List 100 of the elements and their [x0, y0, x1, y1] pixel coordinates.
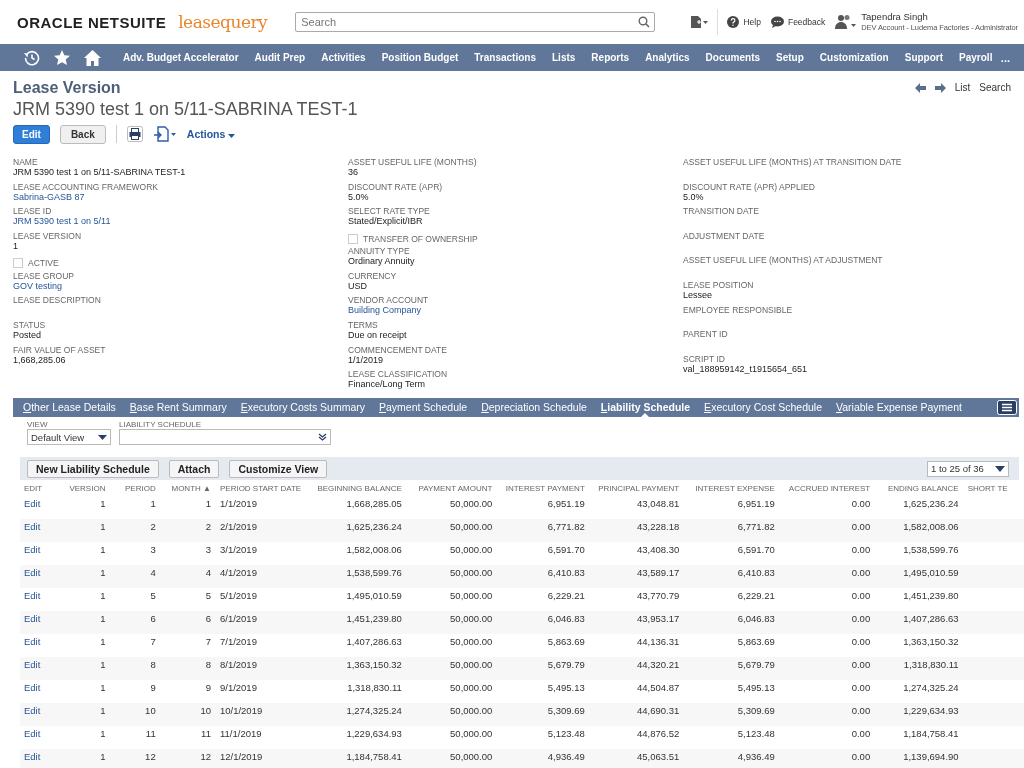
column-header[interactable]: VERSION [60, 480, 111, 496]
search-field[interactable]: Search [295, 12, 656, 32]
edit-link[interactable]: Edit [20, 703, 61, 726]
checkbox[interactable] [13, 258, 23, 269]
caret-icon[interactable] [228, 134, 236, 138]
brand-logo[interactable]: ORACLE NETSUITE [17, 13, 167, 31]
column-header[interactable]: SHORT TE [963, 480, 1024, 496]
nav-menu-item[interactable]: Transactions [466, 52, 544, 63]
nav-menu-item[interactable]: Analytics [637, 52, 698, 63]
field-link[interactable]: GOV testing [13, 280, 348, 291]
field-link[interactable]: Building Company [348, 305, 683, 316]
field-label: SCRIPT ID [683, 353, 726, 364]
history-icon[interactable] [24, 49, 40, 66]
page-link[interactable]: Search [979, 82, 1011, 93]
nav-menu-item[interactable]: Adv. Budget Accelerator [115, 52, 247, 63]
subtab[interactable]: Executory Costs Summary [233, 398, 372, 417]
table-cell: 6,591.70 [497, 542, 590, 565]
nav-menu-item[interactable]: Activities [313, 52, 374, 63]
table-cell: 1 [60, 634, 111, 657]
column-header[interactable]: MONTH ▲ [160, 480, 216, 496]
nav-menu-item[interactable]: Lists [544, 52, 584, 63]
back-button[interactable]: Back [59, 124, 106, 144]
help-link[interactable]: Help [743, 17, 761, 27]
table-cell: 1 [60, 703, 111, 726]
edit-link[interactable]: Edit [20, 496, 61, 519]
field-link[interactable]: JRM 5390 test 1 on 5/11 [13, 216, 348, 227]
column-header[interactable]: PERIOD START DATE [215, 480, 307, 496]
table-cell: 1 [60, 749, 111, 768]
nav-menu-item[interactable]: Support [896, 52, 952, 63]
edit-link[interactable]: Edit [20, 611, 61, 634]
subtab[interactable]: Base Rent Summary [122, 398, 234, 417]
nav-menu-item[interactable]: Reports [583, 52, 638, 63]
table-cell: 1,582,008.06 [875, 519, 964, 542]
edit-link[interactable]: Edit [20, 634, 61, 657]
help-icon[interactable] [727, 16, 740, 28]
actions-menu[interactable]: Actions [186, 128, 236, 140]
more-menu[interactable]: ... [1000, 51, 1010, 64]
subtab[interactable]: Variable Expense Payment [829, 398, 969, 417]
edit-link[interactable]: Edit [20, 519, 61, 542]
field-link[interactable]: Sabrina-GASB 87 [13, 191, 348, 202]
table-cell: 45,063.51 [589, 749, 685, 768]
subtab[interactable]: Other Lease Details [16, 398, 123, 417]
subtab[interactable]: Executory Cost Schedule [697, 398, 830, 417]
column-header[interactable]: INTEREST EXPENSE [684, 480, 780, 496]
chat-bubble-icon[interactable] [770, 16, 784, 28]
user-name[interactable]: Tapendra Singh [861, 11, 1018, 22]
star-icon[interactable] [54, 49, 70, 66]
nav-menu-item[interactable]: Documents [697, 52, 769, 63]
column-header[interactable]: EDIT [20, 480, 61, 496]
print-icon[interactable] [126, 126, 143, 142]
checkbox[interactable] [348, 233, 358, 244]
column-header[interactable]: PAYMENT AMOUNT [406, 480, 498, 496]
field-label: VENDOR ACCOUNT [348, 295, 430, 306]
edit-link[interactable]: Edit [20, 680, 61, 703]
table-cell: 1,451,239.80 [875, 588, 964, 611]
table-cell: 50,000.00 [406, 657, 498, 680]
subtab[interactable]: Depreciation Schedule [474, 398, 594, 417]
column-header[interactable]: ACCRUED INTEREST [779, 480, 876, 496]
column-header[interactable]: ENDING BALANCE [875, 480, 964, 496]
pager-dropdown[interactable]: 1 to 25 of 36 [927, 460, 1009, 477]
field-label: TERMS [348, 320, 379, 331]
page-link[interactable]: List [954, 82, 971, 93]
column-header[interactable]: PERIOD [110, 480, 161, 496]
double-chevron-icon[interactable] [318, 433, 327, 441]
nav-menu-item[interactable]: Setup [768, 52, 812, 63]
recent-records-icon[interactable] [690, 15, 709, 29]
edit-link[interactable]: Edit [20, 542, 61, 565]
user-role-icon[interactable] [835, 14, 858, 30]
home-icon[interactable] [84, 49, 101, 66]
menu-icon[interactable] [997, 400, 1017, 415]
caret-icon[interactable] [995, 465, 1005, 472]
sublist-button[interactable]: Attach [168, 459, 220, 478]
edit-link[interactable]: Edit [20, 588, 61, 611]
edit-link[interactable]: Edit [20, 565, 61, 588]
table-cell: 1,495,010.59 [875, 565, 964, 588]
sublist-button[interactable]: New Liability Schedule [27, 459, 159, 478]
table-cell: 6,951.19 [684, 496, 780, 519]
subtab[interactable]: Payment Schedule [372, 398, 475, 417]
nav-menu-item[interactable]: Payroll [951, 52, 1001, 63]
search-icon[interactable] [638, 16, 651, 28]
column-header[interactable]: BEGINNING BALANCE [306, 480, 407, 496]
new-document-dropdown-icon[interactable] [152, 126, 177, 142]
edit-link[interactable]: Edit [20, 749, 61, 768]
caret-icon[interactable] [98, 434, 107, 440]
nav-menu-item[interactable]: Customization [811, 52, 897, 63]
subtab[interactable]: Liability Schedule [593, 398, 698, 417]
edit-link[interactable]: Edit [20, 657, 61, 680]
edit-link[interactable]: Edit [20, 726, 61, 749]
edit-button[interactable]: Edit [13, 124, 50, 144]
back-arrow-icon[interactable] [914, 82, 926, 93]
forward-arrow-icon[interactable] [934, 82, 946, 93]
nav-menu-item[interactable]: Audit Prep [246, 52, 314, 63]
feedback-link[interactable]: Feedback [787, 17, 826, 27]
nav-menu-item[interactable]: Position Budget [373, 52, 467, 63]
column-header[interactable]: INTEREST PAYMENT [497, 480, 590, 496]
table-cell: 3 [110, 542, 161, 565]
sublist-button[interactable]: Customize View [229, 459, 328, 478]
table-cell: 4 [160, 565, 216, 588]
view-dropdown[interactable]: Default View [27, 429, 111, 445]
column-header[interactable]: PRINCIPAL PAYMENT [589, 480, 685, 496]
